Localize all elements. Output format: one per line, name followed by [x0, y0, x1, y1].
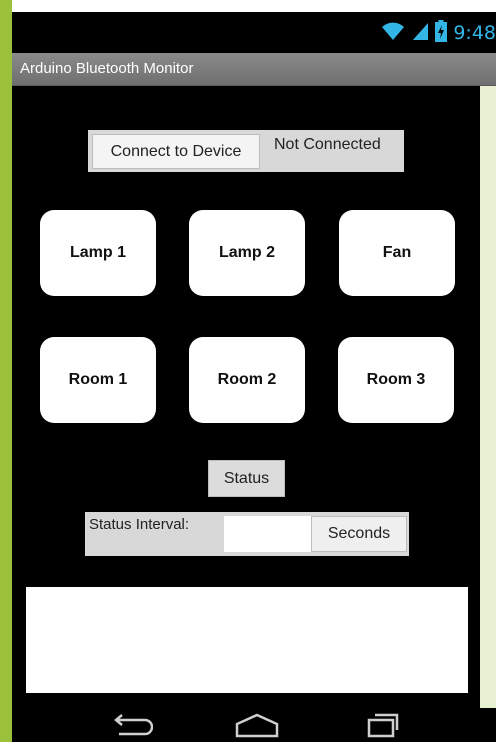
app-title-bar: Arduino Bluetooth Monitor	[12, 53, 496, 86]
room-2-button[interactable]: Room 2	[189, 337, 305, 423]
phone-screen: 9:48 Arduino Bluetooth Monitor Connect t…	[12, 12, 496, 742]
fan-button[interactable]: Fan	[339, 210, 455, 296]
room-3-button[interactable]: Room 3	[338, 337, 454, 423]
recent-apps-icon[interactable]	[366, 712, 400, 743]
left-edge-strip	[0, 0, 12, 742]
connect-to-device-button[interactable]: Connect to Device	[92, 134, 260, 169]
status-interval-label: Status Interval:	[89, 516, 190, 533]
status-bar: 9:48	[12, 12, 496, 53]
right-edge-strip	[480, 86, 496, 708]
app-title: Arduino Bluetooth Monitor	[20, 60, 194, 77]
status-interval-input[interactable]	[224, 516, 311, 552]
connection-status: Not Connected	[274, 136, 381, 153]
status-interval-panel: Status Interval: Seconds	[85, 512, 409, 556]
seconds-button[interactable]: Seconds	[311, 516, 407, 552]
battery-charging-icon	[435, 19, 448, 47]
wifi-icon	[381, 21, 405, 46]
home-icon[interactable]	[234, 712, 280, 743]
back-icon[interactable]	[109, 712, 154, 743]
clock: 9:48	[453, 22, 496, 44]
main-content: Connect to Device Not Connected Lamp 1 L…	[12, 86, 480, 708]
room-1-button[interactable]: Room 1	[40, 337, 156, 423]
status-icons: 9:48	[381, 17, 496, 49]
signal-icon	[411, 21, 429, 46]
navigation-bar	[12, 708, 496, 742]
status-button[interactable]: Status	[208, 460, 285, 497]
lamp-2-button[interactable]: Lamp 2	[189, 210, 305, 296]
connect-panel: Connect to Device Not Connected	[88, 130, 404, 172]
output-text-area[interactable]	[26, 587, 468, 693]
lamp-1-button[interactable]: Lamp 1	[40, 210, 156, 296]
